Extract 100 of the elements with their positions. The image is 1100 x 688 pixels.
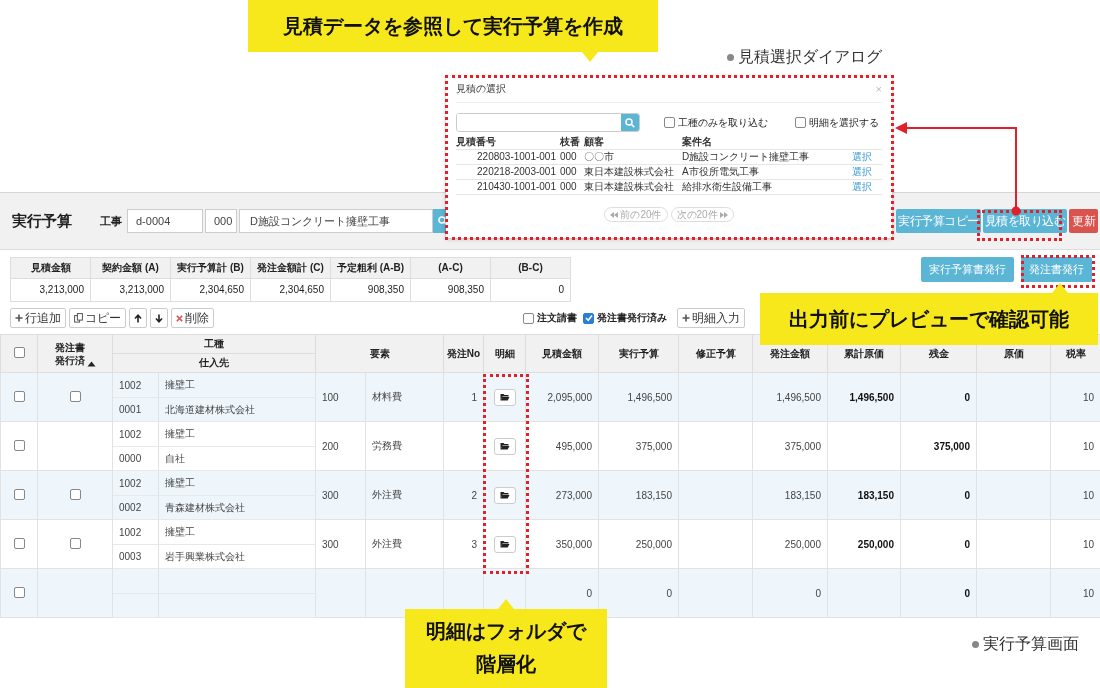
table-cell: 北海道建材株式会社 bbox=[165, 403, 255, 415]
table-cell: 10 bbox=[1082, 587, 1094, 599]
table-cell: 1,496,500 bbox=[776, 391, 821, 403]
table-cell: 0001 bbox=[119, 404, 142, 415]
table-cell: 0 bbox=[815, 587, 821, 599]
table-cell: 3,213,000 bbox=[11, 279, 91, 301]
toolbar-button[interactable]: 行追加 bbox=[10, 308, 66, 328]
table-cell: 擁壁工 bbox=[165, 428, 195, 439]
table-cell: 0 bbox=[964, 391, 970, 403]
table-cell: 東日本建設株式会社 bbox=[584, 166, 674, 177]
table-cell: 給排水衛生設備工事 bbox=[682, 181, 772, 192]
table-cell: 495,000 bbox=[555, 440, 592, 452]
print-button[interactable]: 実行予算書発行 bbox=[921, 257, 1014, 282]
column-header: 発注No bbox=[443, 334, 484, 373]
annotation-label: 実行予算画面 bbox=[983, 634, 1079, 654]
table-cell: 2 bbox=[471, 489, 477, 501]
table-cell: 東日本建設株式会社 bbox=[584, 181, 674, 192]
column-header: 工種 bbox=[112, 334, 316, 354]
column-header: 見積番号 bbox=[456, 136, 496, 147]
close-button[interactable]: × bbox=[875, 83, 882, 95]
table-cell: 0002 bbox=[119, 502, 142, 513]
column-header: 予定粗利 (A-B) bbox=[331, 258, 411, 279]
table-cell: 300 bbox=[322, 489, 339, 501]
column-header: 発注書発行済 bbox=[54, 340, 86, 367]
toolbar-button[interactable]: 実行予算コピー bbox=[896, 209, 981, 233]
table-cell: 183,150 bbox=[784, 489, 821, 501]
column-header: 発注金額計 (C) bbox=[251, 258, 331, 279]
column-header: 要素 bbox=[315, 334, 444, 373]
table-cell: 3 bbox=[471, 538, 477, 550]
table-cell: 0 bbox=[666, 587, 672, 599]
table-cell: 375,000 bbox=[784, 440, 821, 452]
detail-input-button[interactable]: 明細入力 bbox=[677, 308, 745, 328]
table-cell: 000 bbox=[560, 166, 577, 177]
select-link[interactable]: 選択 bbox=[852, 181, 872, 192]
callout: 見積データを参照して実行予算を作成 bbox=[248, 0, 658, 62]
branch-field[interactable]: 000 bbox=[205, 209, 237, 233]
column-header: 枝番 bbox=[560, 136, 580, 147]
column-header: 案件名 bbox=[682, 136, 712, 147]
table-cell: 1002 bbox=[119, 379, 142, 391]
column-header: 見積金額 bbox=[525, 334, 599, 373]
print-button[interactable]: 発注書発行 bbox=[1021, 257, 1092, 282]
table-cell: 210430-1001-001 bbox=[477, 181, 556, 192]
toolbar-button[interactable]: コピー bbox=[69, 308, 126, 328]
field-label: 工事 bbox=[100, 213, 122, 229]
column-header: 修正予算 bbox=[678, 334, 753, 373]
table-cell: 0 bbox=[491, 279, 571, 301]
table-cell: 青森建材株式会社 bbox=[165, 501, 245, 513]
table-cell: 擁壁工 bbox=[165, 379, 195, 390]
callout: 明細はフォルダで階層化 bbox=[405, 599, 607, 688]
page-title: 実行予算 bbox=[12, 211, 73, 231]
project-code-field[interactable]: d-0004 bbox=[127, 209, 203, 233]
table-cell: 外注費 bbox=[372, 489, 402, 500]
table-cell: 2,304,650 bbox=[251, 279, 331, 301]
table-cell: 0000 bbox=[119, 453, 142, 464]
column-header: 顧客 bbox=[584, 136, 604, 147]
table-cell: 0003 bbox=[119, 551, 142, 562]
table-cell: 自社 bbox=[165, 452, 185, 464]
table-cell: D施設コンクリート擁壁工事 bbox=[682, 151, 810, 162]
select-link[interactable]: 選択 bbox=[852, 151, 872, 162]
table-cell: 100 bbox=[322, 391, 339, 403]
table-cell: 2,304,650 bbox=[171, 279, 251, 301]
select-link[interactable]: 選択 bbox=[852, 166, 872, 177]
table-cell: 220218-2003-001 bbox=[477, 166, 556, 177]
table-cell: 0 bbox=[586, 587, 592, 599]
table-cell: 1002 bbox=[119, 526, 142, 538]
table-cell: 250,000 bbox=[784, 538, 821, 550]
table-cell: 350,000 bbox=[555, 538, 592, 550]
table-cell: 10 bbox=[1082, 391, 1094, 403]
column-header: (B-C) bbox=[491, 258, 571, 279]
previous-page-button[interactable]: 前の20件 bbox=[604, 207, 668, 222]
table-cell: 外注費 bbox=[372, 538, 402, 549]
table-cell: 10 bbox=[1082, 440, 1094, 452]
table-cell: 220803-1001-001 bbox=[477, 151, 556, 162]
table-cell: 3,213,000 bbox=[91, 279, 171, 301]
table-cell: 10 bbox=[1082, 489, 1094, 501]
column-header: 実行予算 bbox=[598, 334, 679, 373]
column-header: (A-C) bbox=[411, 258, 491, 279]
column-header: 契約金額 (A) bbox=[91, 258, 171, 279]
table-cell: 1,496,500 bbox=[849, 391, 894, 403]
checkbox-label: 注文請書 bbox=[537, 311, 577, 325]
checkbox-label: 明細を選択する bbox=[809, 115, 879, 130]
table-cell: 1 bbox=[471, 391, 477, 403]
table-cell: 2,095,000 bbox=[547, 391, 592, 403]
table-cell: 0 bbox=[964, 489, 970, 501]
table-cell: 0 bbox=[964, 587, 970, 599]
table-cell: 183,150 bbox=[857, 489, 894, 501]
table-cell: 〇〇市 bbox=[584, 151, 614, 162]
table-cell: 250,000 bbox=[857, 538, 894, 550]
project-name-field[interactable]: D施設コンクリート擁壁工事 bbox=[239, 209, 433, 233]
table-cell: 擁壁工 bbox=[165, 477, 195, 488]
toolbar-button[interactable]: 更新 bbox=[1069, 209, 1098, 233]
checkbox-label: 工種のみを取り込む bbox=[678, 115, 768, 130]
toolbar-button[interactable]: 見積を取り込む bbox=[982, 209, 1067, 233]
toolbar-button[interactable]: 削除 bbox=[171, 308, 214, 328]
table-cell: 000 bbox=[560, 181, 577, 192]
dialog-title: 見積の選択 bbox=[456, 82, 506, 96]
table-cell: 000 bbox=[560, 151, 577, 162]
table-cell: 10 bbox=[1082, 538, 1094, 550]
next-page-button[interactable]: 次の20件 bbox=[670, 207, 734, 222]
checkbox-label: 発注書発行済み bbox=[597, 311, 667, 325]
